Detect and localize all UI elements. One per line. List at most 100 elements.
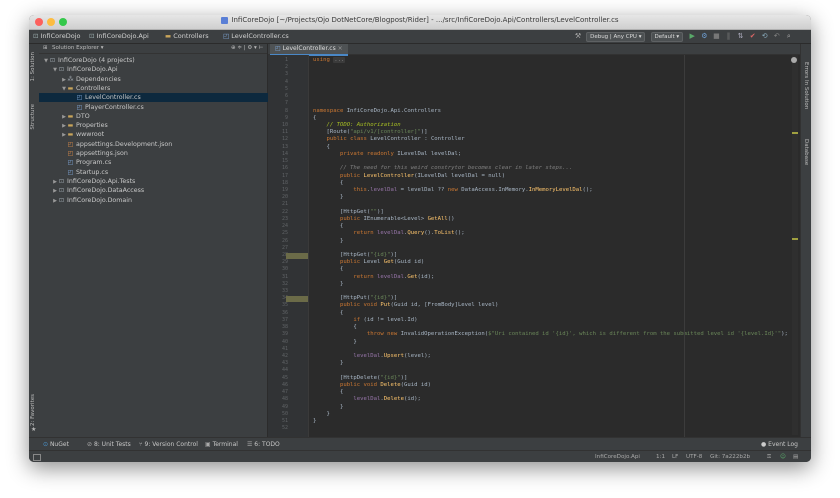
explorer-view-selector[interactable]: Solution Explorer ▾ [52, 45, 104, 51]
explorer-tree-item-label: appsettings.json [76, 150, 128, 157]
explorer-tree-item-label: InfiCoreDojo.Api [67, 66, 118, 74]
project-icon: ⊡ [58, 196, 65, 204]
code-line[interactable]: } [313, 281, 343, 289]
code-area[interactable]: using ... namespace InfiCoreDojo.Api.Cont… [313, 55, 800, 437]
explorer-tree-item[interactable]: ◰ LevelController.cs [39, 93, 298, 103]
solution-icon: ⊡ [49, 57, 56, 64]
explorer-tree-item[interactable]: ◰ appsettings.json [39, 149, 128, 158]
memory-icon[interactable]: ▤ [793, 454, 798, 460]
explorer-tree-item[interactable]: ▶ ⊡ InfiCoreDojo.Domain [39, 196, 132, 205]
window-title: InfiCoreDojo [~/Projects/Ojo DotNetCore/… [29, 16, 811, 24]
explorer-tree-item-label: LevelController.cs [85, 94, 141, 102]
inspection-icon[interactable]: ☺ [780, 454, 786, 460]
folder-icon: ▬ [67, 84, 74, 92]
run-profile-selector[interactable]: Default ▾ [650, 32, 684, 42]
solution-icon: ⊡ [33, 32, 41, 40]
structure-tool-button[interactable]: Structure [30, 104, 36, 130]
editor-vertical-scrollbar[interactable] [792, 55, 798, 435]
explorer-tree-item[interactable]: ▶ ▬ DTO [39, 112, 90, 121]
code-editor: ◰ LevelController.cs × 1 2 3 4 5 6 7 8 9 10 11 12 13… [268, 44, 800, 437]
code-line[interactable]: throw new InvalidOperationException($"Ur… [313, 331, 788, 339]
breadcrumb-solution[interactable]: ⊡ InfiCoreDojo [33, 32, 80, 40]
tool-version-control-label: 9: Version Control [144, 441, 198, 448]
explorer-tree-item[interactable]: ◰ appsettings.Development.json [39, 140, 173, 149]
explorer-tree-item-label: wwwroot [76, 131, 105, 139]
status-line-ending[interactable]: LF [672, 454, 678, 460]
solution-explorer-panel: ⊞ Solution Explorer ▾ ⊕ ≑ | ⚙ ▾ ⊢ ▼ ⊡ Infi… [39, 44, 298, 437]
code-line[interactable]: } [313, 238, 343, 246]
debug-icon[interactable]: ⚙ [700, 32, 708, 41]
breadcrumb-project[interactable]: ⊡ InfiCoreDojo.Api [89, 32, 149, 40]
title-bar: InfiCoreDojo [~/Projects/Ojo DotNetCore/… [29, 15, 811, 30]
explorer-tree-item-label: Startup.cs [76, 168, 109, 176]
tool-unit-tests[interactable]: ⊘ 8: Unit Tests [87, 441, 131, 448]
explorer-tree-item[interactable]: ◰ PlayerController.cs [39, 103, 144, 112]
breadcrumb-solution-label: InfiCoreDojo [40, 32, 81, 40]
code-line[interactable]: public class LevelController : Controlle… [313, 136, 464, 144]
code-line[interactable]: } [313, 418, 316, 426]
warning-marker[interactable] [792, 238, 798, 240]
event-log-button[interactable]: ● Event Log [761, 441, 798, 448]
explorer-panel-icon: ⊞ [43, 45, 48, 51]
favorites-tool-button[interactable]: 2: Favorites [30, 394, 36, 426]
explorer-tree-item[interactable]: ▶ ▬ Properties [39, 121, 108, 130]
tool-nuget[interactable]: ⊙ NuGet [43, 441, 69, 448]
search-icon[interactable]: ⌕ [785, 32, 793, 41]
build-icon[interactable]: ⚒ [574, 32, 582, 41]
tool-todo[interactable]: ☰ 6: TODO [247, 441, 280, 448]
explorer-tree-item[interactable]: ▼ ⊡ InfiCoreDojo (4 projects) [39, 56, 135, 65]
breadcrumb-folder[interactable]: ▬ Controllers [165, 32, 209, 40]
change-marker[interactable] [286, 296, 308, 303]
explorer-tree-item[interactable]: ▶ ⊡ InfiCoreDojo.Api.Tests [39, 177, 135, 186]
breadcrumb-file[interactable]: ◰ LevelController.cs [223, 32, 289, 40]
change-marker[interactable] [286, 252, 308, 259]
explorer-tree-item-label: DTO [76, 112, 90, 120]
code-line[interactable]: } [313, 339, 356, 347]
status-encoding[interactable]: UTF-8 [686, 454, 702, 460]
lock-icon[interactable]: ⚿ [767, 454, 771, 461]
code-line[interactable]: private readonly ILevelDal levelDal; [313, 151, 461, 159]
code-line[interactable]: using ... [313, 57, 346, 65]
toggle-tool-windows-icon[interactable] [33, 454, 41, 461]
warning-marker[interactable] [792, 132, 798, 134]
tool-version-control[interactable]: ⑂ 9: Version Control [139, 441, 198, 448]
explorer-tree-item[interactable]: ▶ ▬ wwwroot [39, 130, 104, 139]
window-title-text: InfiCoreDojo [~/Projects/Ojo DotNetCore/… [231, 16, 619, 24]
breadcrumb-folder-label: Controllers [173, 32, 209, 40]
explorer-tree-item-label: InfiCoreDojo.Api.Tests [67, 177, 136, 185]
csharp-file-icon: ◰ [67, 159, 74, 167]
status-position[interactable]: 1:1 [656, 454, 665, 460]
explorer-tree-item[interactable]: ▼ ⊡ InfiCoreDojo.Api [39, 65, 118, 74]
vcs-commit-icon[interactable]: ✔ [749, 32, 757, 41]
pause-icon[interactable]: ‖ [724, 32, 732, 41]
vcs-update-icon[interactable]: ⇅ [737, 32, 745, 41]
explorer-tree-item[interactable]: ▶ ⁂ Dependencies [39, 75, 121, 84]
solution-tool-button[interactable]: 1: Solution [30, 52, 36, 82]
close-icon[interactable]: × [338, 45, 343, 52]
run-icon[interactable]: ▶ [688, 32, 696, 41]
dependencies-icon: ⁂ [67, 75, 74, 83]
folder-icon: ▬ [67, 122, 74, 130]
code-line[interactable]: namespace InfiCoreDojo.Api.Controllers [313, 108, 441, 116]
explorer-tree-item-label: Dependencies [76, 75, 121, 83]
stop-icon[interactable]: ■ [712, 32, 720, 41]
tool-terminal[interactable]: ▣ Terminal [205, 441, 238, 448]
explorer-header: ⊞ Solution Explorer ▾ ⊕ ≑ | ⚙ ▾ ⊢ [39, 44, 267, 54]
status-git-branch[interactable]: Git: 7a222b2b [710, 454, 750, 460]
configuration-selector[interactable]: Debug | Any CPU ▾ [586, 32, 646, 42]
explorer-settings-icon[interactable]: ⊕ ≑ | ⚙ ▾ ⊢ [231, 45, 263, 51]
csharp-file-icon: ◰ [76, 103, 83, 111]
code-line[interactable]: this.levelDal = levelDal ?? new DataAcce… [313, 187, 592, 195]
json-file-icon: ◰ [67, 150, 74, 157]
revert-icon[interactable]: ↶ [773, 32, 781, 41]
code-line[interactable]: } [313, 360, 343, 368]
status-project[interactable]: InfiCoreDojo.Api [595, 454, 640, 460]
history-icon[interactable]: ⟲ [761, 32, 769, 41]
explorer-tree-item[interactable]: ◰ Program.cs [39, 158, 112, 167]
explorer-tree-item[interactable]: ▼ ▬ Controllers [39, 84, 110, 93]
explorer-tree-item[interactable]: ◰ Startup.cs [39, 168, 108, 177]
explorer-tree-item[interactable]: ▶ ⊡ InfiCoreDojo.DataAccess [39, 186, 144, 195]
database-tool-button[interactable]: Database [803, 139, 809, 165]
errors-in-solution-tool-button[interactable]: Errors In Solution [803, 62, 809, 109]
code-line[interactable]: } [313, 194, 343, 202]
